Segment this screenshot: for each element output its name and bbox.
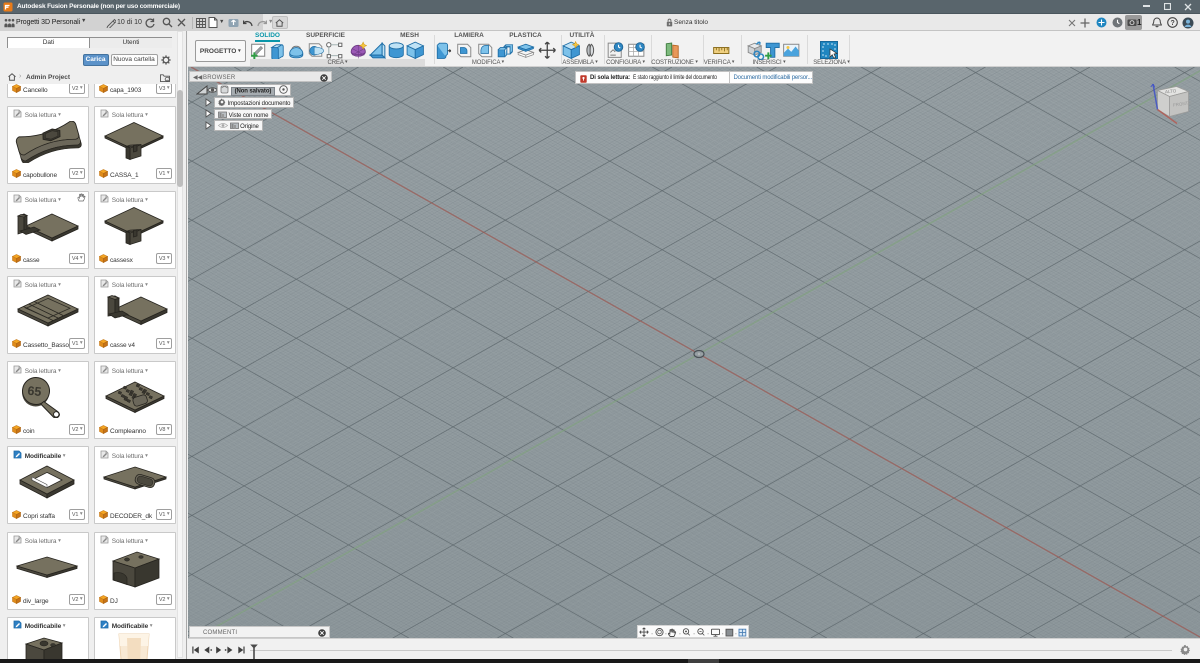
svg-text:?: ? — [1171, 20, 1175, 27]
svg-text:65: 65 — [27, 384, 42, 399]
